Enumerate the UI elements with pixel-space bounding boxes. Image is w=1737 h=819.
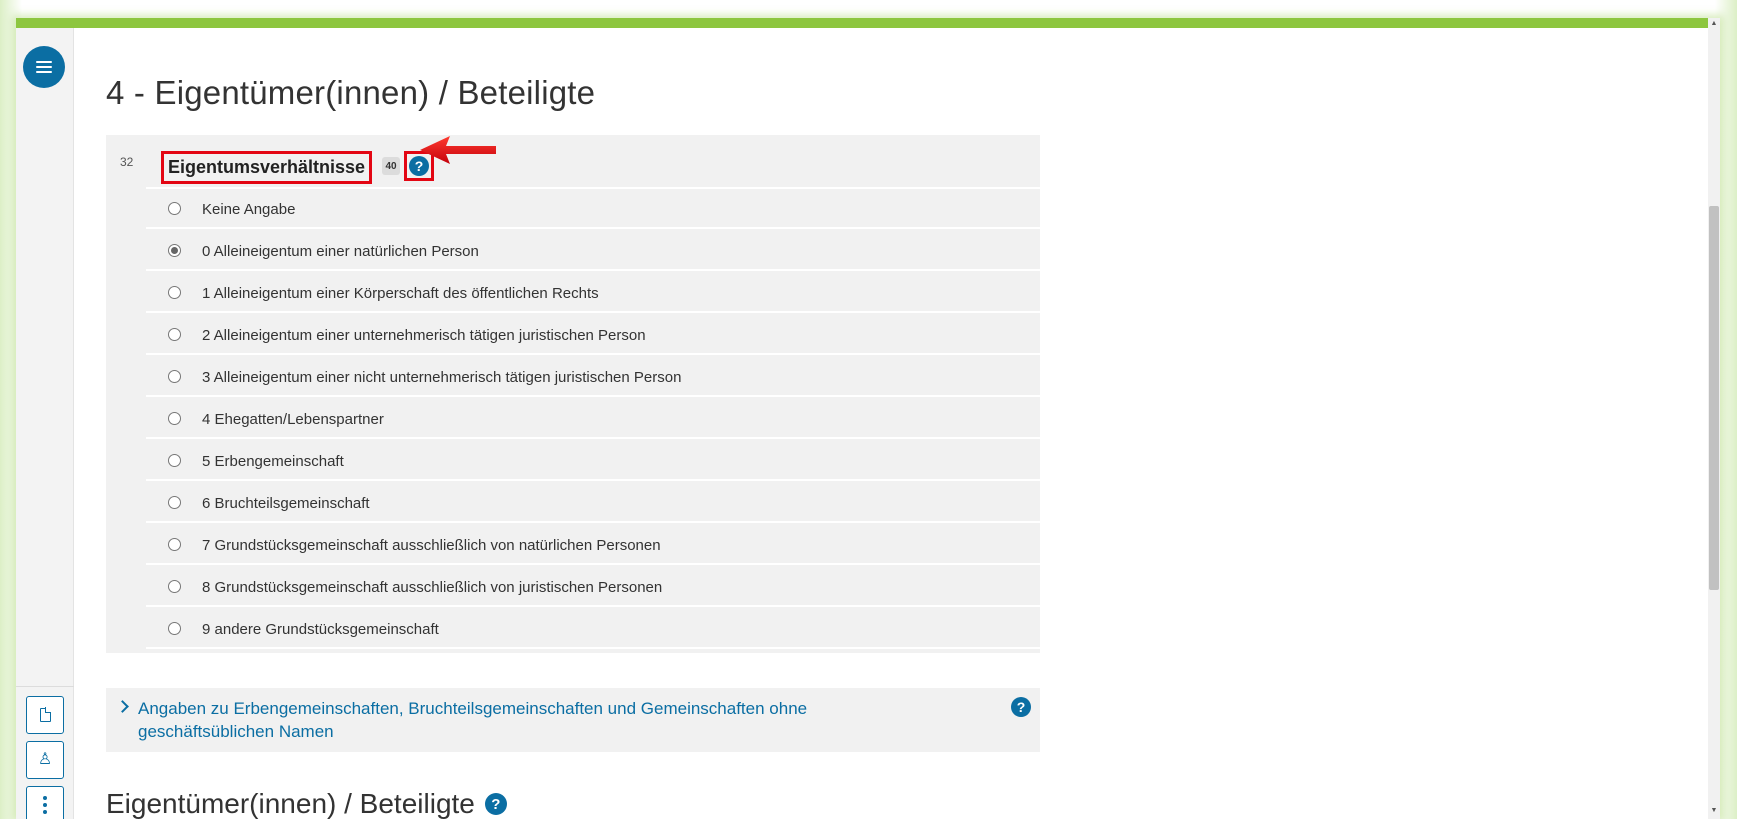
option-label[interactable]: 8 Grundstücksgemeinschaft ausschließlich… — [202, 579, 662, 596]
option-row[interactable]: 7 Grundstücksgemeinschaft ausschließlich… — [146, 525, 1040, 565]
field-number: 32 — [120, 155, 134, 169]
left-rail: ♙ — [16, 28, 74, 819]
radio-button[interactable] — [168, 244, 181, 257]
radio-button[interactable] — [168, 328, 181, 341]
field-badge: 40 — [382, 157, 400, 175]
ownership-field: 32 Eigentumsverhältnisse 40 ? Keine Anga… — [106, 135, 1040, 653]
radio-button[interactable] — [168, 454, 181, 467]
option-label[interactable]: 2 Alleineigentum einer unternehmerisch t… — [202, 327, 646, 344]
option-label[interactable]: Keine Angabe — [202, 201, 295, 218]
radio-button[interactable] — [168, 412, 181, 425]
option-row[interactable]: 3 Alleineigentum einer nicht unternehmer… — [146, 357, 1040, 397]
more-vertical-icon — [43, 796, 47, 814]
radio-button[interactable] — [168, 496, 181, 509]
option-label[interactable]: 9 andere Grundstücksgemeinschaft — [202, 621, 439, 638]
person-button[interactable]: ♙ — [26, 741, 64, 779]
option-row[interactable]: 2 Alleineigentum einer unternehmerisch t… — [146, 315, 1040, 355]
help-icon[interactable]: ? — [1011, 697, 1031, 717]
field-label: Eigentumsverhältnisse — [161, 151, 373, 184]
radio-button[interactable] — [168, 286, 181, 299]
option-label[interactable]: 0 Alleineigentum einer natürlichen Perso… — [202, 243, 479, 260]
scroll-down-arrow-icon[interactable]: ▼ — [1708, 807, 1720, 817]
option-row[interactable]: 4 Ehegatten/Lebenspartner — [146, 399, 1040, 439]
more-button[interactable] — [26, 786, 64, 819]
radio-button[interactable] — [168, 538, 181, 551]
radio-button[interactable] — [168, 370, 181, 383]
option-row[interactable]: 9 andere Grundstücksgemeinschaft — [146, 609, 1040, 649]
vertical-scrollbar[interactable]: ▲ ▼ — [1708, 18, 1720, 819]
option-row[interactable]: 6 Bruchteilsgemeinschaft — [146, 483, 1040, 523]
radio-button[interactable] — [168, 202, 181, 215]
top-accent-bar — [16, 18, 1708, 28]
community-details-expander[interactable]: Angaben zu Erbengemeinschaften, Bruchtei… — [106, 688, 1040, 752]
app-frame: ♙ ▲ ▼ 4 - Eigentümer(innen) / Beteiligte… — [16, 18, 1720, 819]
option-label[interactable]: 1 Alleineigentum einer Körperschaft des … — [202, 285, 599, 302]
section-title: 4 - Eigentümer(innen) / Beteiligte — [106, 74, 596, 111]
menu-icon — [36, 61, 52, 73]
menu-button[interactable] — [23, 46, 65, 88]
scroll-thumb[interactable] — [1709, 206, 1719, 590]
option-label[interactable]: 7 Grundstücksgemeinschaft ausschließlich… — [202, 537, 661, 554]
help-icon[interactable]: ? — [484, 793, 507, 815]
option-row[interactable]: 1 Alleineigentum einer Körperschaft des … — [146, 273, 1040, 313]
rail-divider — [16, 686, 74, 687]
document-button[interactable] — [26, 696, 64, 734]
expander-label[interactable]: Angaben zu Erbengemeinschaften, Bruchtei… — [138, 697, 898, 743]
person-icon: ♙ — [37, 751, 53, 768]
radio-button[interactable] — [168, 580, 181, 593]
option-label[interactable]: 5 Erbengemeinschaft — [202, 453, 344, 470]
field-header: Eigentumsverhältnisse 40 ? — [146, 135, 1040, 189]
chevron-right-icon — [116, 700, 129, 713]
option-label[interactable]: 6 Bruchteilsgemeinschaft — [202, 495, 370, 512]
subsection-title: Eigentümer(innen) / Beteiligte ? — [106, 788, 507, 819]
option-row[interactable]: Keine Angabe — [146, 189, 1040, 229]
option-row[interactable]: 8 Grundstücksgemeinschaft ausschließlich… — [146, 567, 1040, 607]
red-arrow-left-icon — [420, 136, 496, 164]
option-label[interactable]: 4 Ehegatten/Lebenspartner — [202, 411, 384, 428]
option-row[interactable]: 0 Alleineigentum einer natürlichen Perso… — [146, 231, 1040, 271]
document-icon — [39, 707, 52, 722]
subsection-title-text: Eigentümer(innen) / Beteiligte — [106, 788, 475, 819]
option-label[interactable]: 3 Alleineigentum einer nicht unternehmer… — [202, 369, 681, 386]
radio-button[interactable] — [168, 622, 181, 635]
option-row[interactable]: 5 Erbengemeinschaft — [146, 441, 1040, 481]
scroll-up-arrow-icon[interactable]: ▲ — [1708, 20, 1720, 30]
